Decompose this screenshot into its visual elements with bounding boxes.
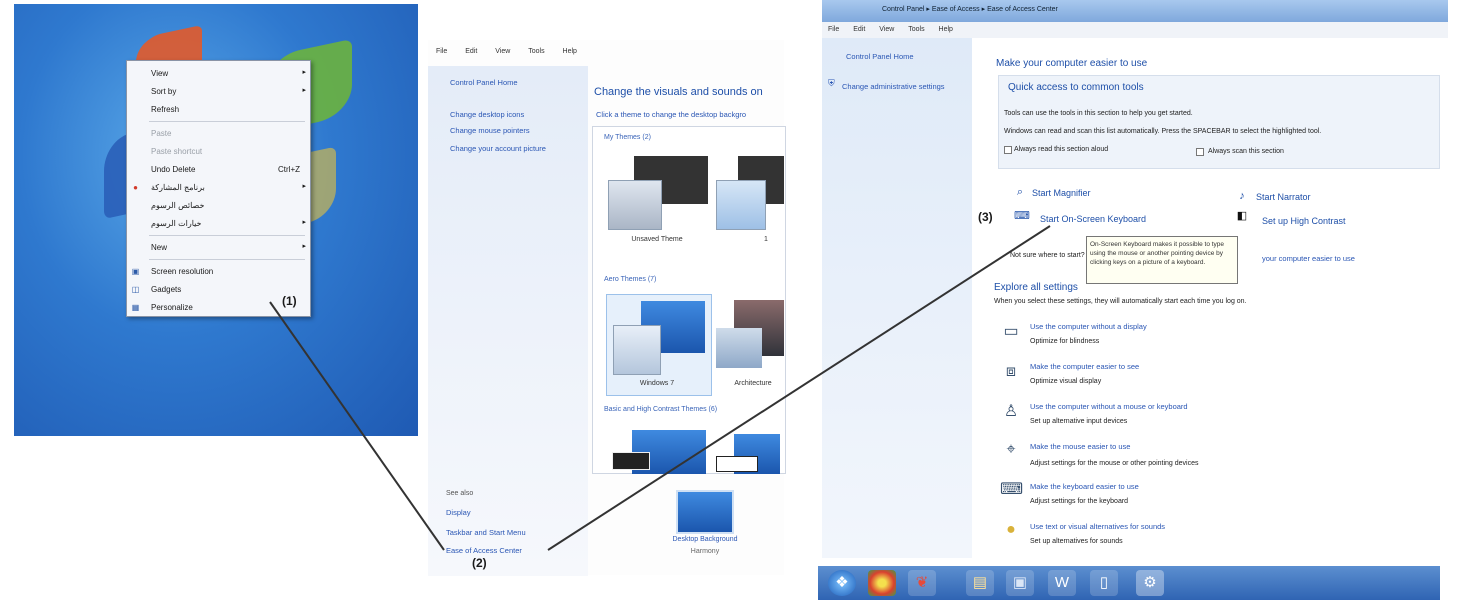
- step-connector-lines: [269, 225, 1051, 551]
- connector-step1-to-step2: [269, 301, 445, 551]
- connector-step2-to-step3: [547, 225, 1051, 551]
